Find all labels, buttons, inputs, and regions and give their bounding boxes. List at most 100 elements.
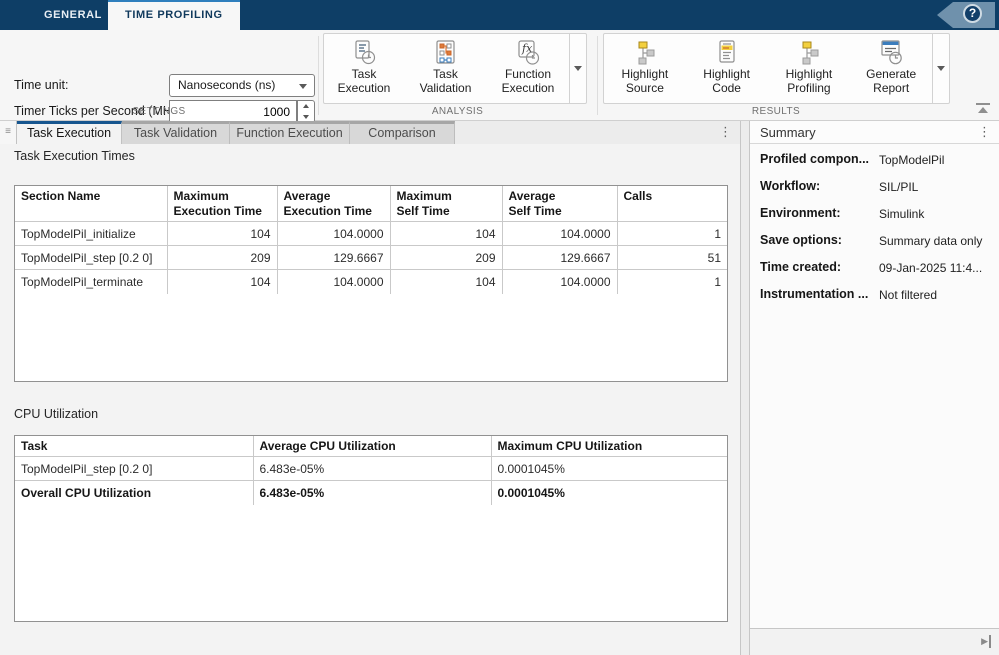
task-execution-times-table: Section NameMaximum Execution TimeAverag… [15,186,727,294]
table-cell: 6.483e-05% [253,457,491,481]
generate-report-icon [877,39,905,67]
highlight-code-icon [713,39,741,67]
table-cell: 209 [167,246,277,270]
table-header-row: Section NameMaximum Execution TimeAverag… [15,186,727,222]
collapse-ribbon-button[interactable] [976,103,990,113]
field-label: Save options: [760,233,876,247]
highlight-profiling-button-label: Highlight Profiling [786,67,833,95]
panel-menu-icon[interactable]: ⋮ [719,124,732,140]
field-value: TopModelPil [879,153,995,167]
results-section-label: RESULTS [597,106,955,117]
highlight-source-icon [631,39,659,67]
tab-grip-handle[interactable]: ≡ [0,121,17,144]
chevron-down-icon [937,66,945,71]
tab-function-execution[interactable]: Function Execution [230,121,350,144]
table-row[interactable]: TopModelPil_step [0.2 0]6.483e-05%0.0001… [15,457,727,481]
table-cell: 51 [617,246,727,270]
field-value: 09-Jan-2025 11:4... [879,261,995,275]
analysis-gallery-dropdown[interactable] [569,34,586,103]
column-header[interactable]: Calls [617,186,727,222]
help-icon: ? [963,4,982,23]
table-cell: 1 [617,222,727,246]
task-execution-icon [350,39,378,67]
field-label: Workflow: [760,179,876,193]
summary-title-bar: Summary ⋮ [750,121,999,144]
chevron-down-icon [299,84,307,89]
column-header[interactable]: Maximum Execution Time [167,186,277,222]
table-cell: 104 [167,270,277,294]
tab-time-profiling[interactable]: TIME PROFILING [108,0,240,30]
table-row[interactable]: TopModelPil_initialize104104.0000104104.… [15,222,727,246]
column-header[interactable]: Section Name [15,186,167,222]
table-cell: 104 [167,222,277,246]
tab-comparison[interactable]: Comparison [350,121,455,144]
main-area: ≡ Task Execution Task Validation Functio… [0,121,999,655]
summary-menu-icon[interactable]: ⋮ [978,124,991,140]
task-execution-button-label: Task Execution [338,67,391,95]
table-row[interactable]: TopModelPil_terminate104104.0000104104.0… [15,270,727,294]
chevron-down-icon [574,66,582,71]
task-execution-times-table-container: Section NameMaximum Execution TimeAverag… [14,185,728,382]
column-header[interactable]: Average CPU Utilization [253,436,491,457]
generate-report-button-label: Generate Report [866,67,916,95]
field-value: Simulink [879,207,995,221]
column-header[interactable]: Maximum Self Time [390,186,502,222]
table-cell: 209 [390,246,502,270]
table-cell: 104.0000 [502,222,617,246]
column-header[interactable]: Average Execution Time [277,186,390,222]
highlight-code-button[interactable]: Highlight Code [686,34,768,103]
summary-field: Time created: 09-Jan-2025 11:4... [760,260,995,280]
task-validation-button-label: Task Validation [420,67,472,95]
table-cell: 104 [390,222,502,246]
table-cell: 104 [390,270,502,294]
cpu-utilization-table-container: TaskAverage CPU UtilizationMaximum CPU U… [14,435,728,622]
table-cell: TopModelPil_step [0.2 0] [15,246,167,270]
expand-panel-icon[interactable]: ▶ [981,635,991,648]
tab-task-validation[interactable]: Task Validation [122,121,230,144]
field-value: SIL/PIL [879,180,995,194]
profiling-document-panel: ≡ Task Execution Task Validation Functio… [0,121,741,655]
table-header-row: TaskAverage CPU UtilizationMaximum CPU U… [15,436,727,457]
task-validation-icon [432,39,460,67]
highlight-profiling-icon [795,39,823,67]
time-unit-dropdown[interactable]: Nanoseconds (ns) [169,74,315,97]
document-tab-strip: ≡ Task Execution Task Validation Functio… [0,121,740,144]
column-header[interactable]: Maximum CPU Utilization [491,436,727,457]
help-button[interactable]: ? [937,2,995,28]
svg-text:fx: fx [521,42,533,55]
table-row[interactable]: TopModelPil_step [0.2 0]209129.666720912… [15,246,727,270]
column-header[interactable]: Task [15,436,253,457]
field-label: Instrumentation ... [760,287,876,301]
analysis-group: Task Execution Task Validation fx [323,33,587,104]
highlight-source-button-label: Highlight Source [622,67,669,95]
table-cell: TopModelPil_step [0.2 0] [15,457,253,481]
table-cell: 6.483e-05% [253,481,491,505]
summary-field: Profiled compon... TopModelPil [760,152,995,172]
cpu-utilization-title: CPU Utilization [14,407,98,421]
cpu-utilization-table: TaskAverage CPU UtilizationMaximum CPU U… [15,436,727,505]
column-header[interactable]: Average Self Time [502,186,617,222]
table-cell: 129.6667 [502,246,617,270]
table-row[interactable]: Overall CPU Utilization6.483e-05%0.00010… [15,481,727,505]
table-cell: 0.0001045% [491,457,727,481]
task-execution-button[interactable]: Task Execution [324,34,404,103]
table-cell: Overall CPU Utilization [15,481,253,505]
summary-field: Workflow: SIL/PIL [760,179,995,199]
ribbon-divider [318,36,319,115]
summary-panel: Summary ⋮ Profiled compon... TopModelPil… [749,121,999,655]
generate-report-button[interactable]: Generate Report [850,34,932,103]
function-execution-button[interactable]: fx Function Execution [487,34,569,103]
table-cell: TopModelPil_initialize [15,222,167,246]
table-cell: 0.0001045% [491,481,727,505]
summary-field: Instrumentation ... Not filtered [760,287,995,307]
task-validation-button[interactable]: Task Validation [404,34,487,103]
ribbon-divider [597,36,598,115]
table-cell: 129.6667 [277,246,390,270]
table-cell: 1 [617,270,727,294]
field-label: Profiled compon... [760,152,876,166]
highlight-profiling-button[interactable]: Highlight Profiling [768,34,851,103]
results-gallery-dropdown[interactable] [932,34,949,103]
ribbon: Time unit: Nanoseconds (ns) Timer Ticks … [0,30,999,121]
highlight-source-button[interactable]: Highlight Source [604,34,686,103]
tab-task-execution[interactable]: Task Execution [17,121,122,144]
